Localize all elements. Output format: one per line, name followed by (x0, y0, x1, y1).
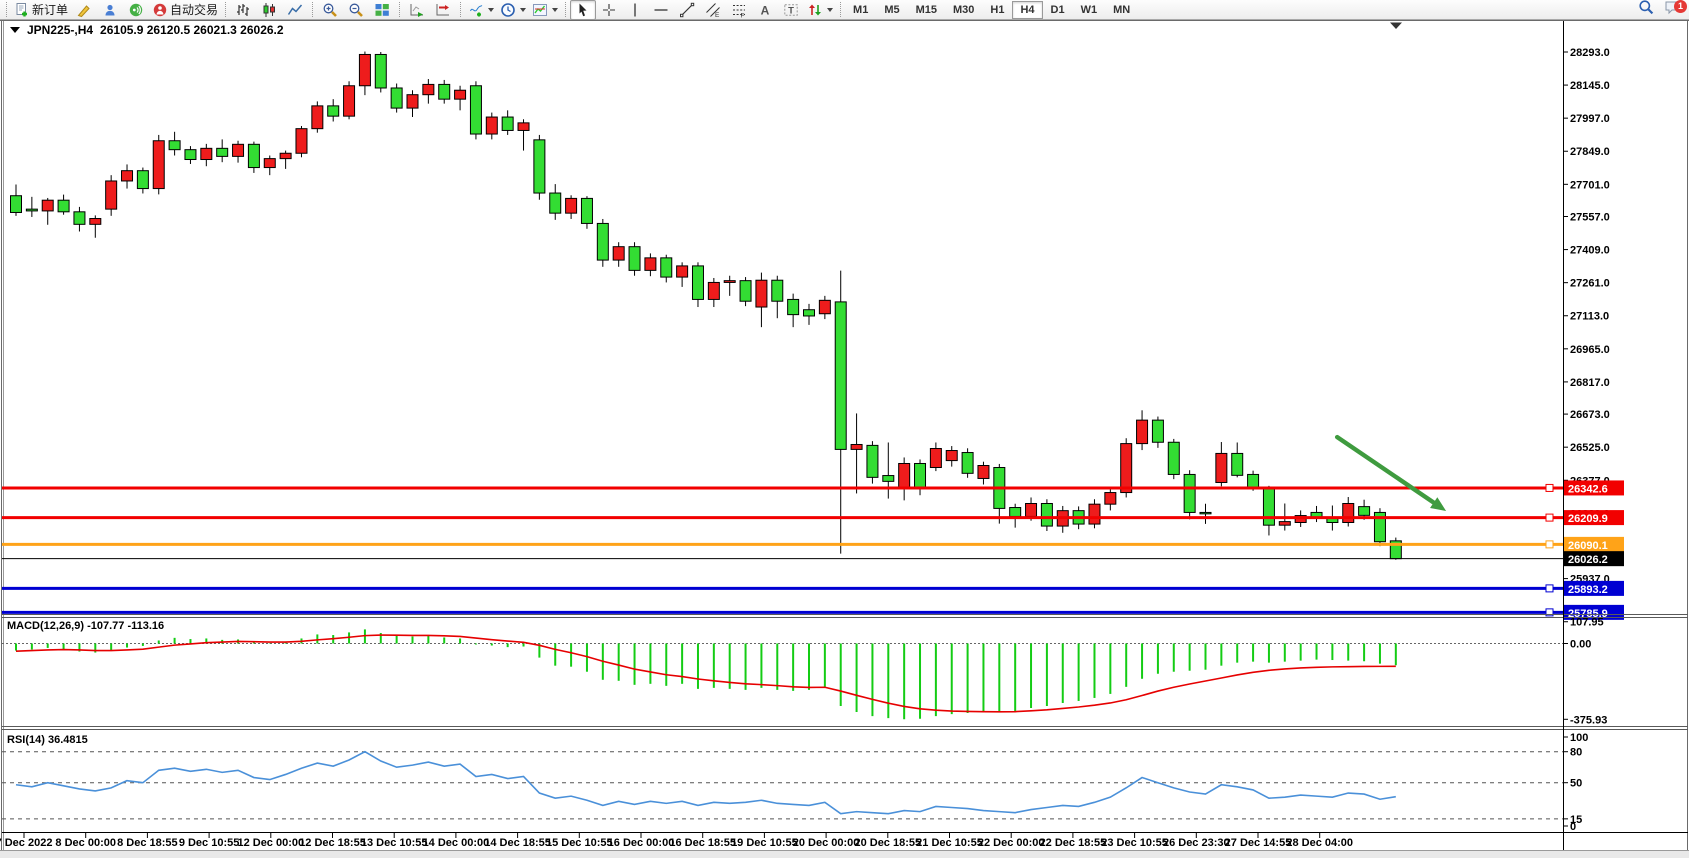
zoom-in-icon (322, 2, 338, 18)
vline-icon (627, 2, 643, 18)
new-order-icon (14, 2, 30, 18)
fibonacci-icon: F (731, 2, 747, 18)
toolbar-separator (460, 2, 461, 17)
chart-title-bar: JPN225-,H4 26105.9 26120.5 26021.3 26026… (10, 23, 284, 37)
trendline-icon (679, 2, 695, 18)
bar-chart-mode-button[interactable] (230, 0, 256, 20)
text-button[interactable]: A (752, 0, 778, 20)
fibonacci-button[interactable]: F (726, 0, 752, 20)
timeframe-h4-button[interactable]: H4 (1012, 1, 1042, 19)
auto-scroll-button[interactable] (404, 0, 430, 20)
cursor-icon (575, 2, 591, 18)
trendline-button[interactable] (674, 0, 700, 20)
toolbar: 新订单 自动交易 E F A T M1M5M15M30H1H4D1W1MN 1 (0, 0, 1689, 20)
notifications-button[interactable]: 1 (1659, 0, 1685, 20)
timeframe-w1-button[interactable]: W1 (1073, 1, 1106, 19)
hline-icon (653, 2, 669, 18)
periods-button[interactable] (497, 0, 529, 20)
chart-shift-button[interactable] (430, 0, 456, 20)
chevron-down-icon[interactable] (552, 8, 558, 12)
notification-badge: 1 (1674, 0, 1687, 13)
chevron-down-icon[interactable] (827, 8, 833, 12)
timeframe-h1-button[interactable]: H1 (982, 1, 1012, 19)
search-icon (1638, 0, 1654, 20)
chart-window[interactable]: 28293.028145.027997.027849.027701.027557… (0, 0, 1689, 858)
price-axis[interactable] (1564, 21, 1688, 832)
search-button[interactable] (1633, 0, 1659, 20)
rsi-label: RSI(14) 36.4815 (7, 734, 88, 746)
macd-label: MACD(12,26,9) -107.77 -113.16 (7, 620, 164, 632)
zoom-in-button[interactable] (317, 0, 343, 20)
shapes-icon (807, 2, 823, 18)
svg-text:F: F (741, 12, 745, 18)
auto-trading-icon (152, 2, 168, 18)
zoom-out-button[interactable] (343, 0, 369, 20)
toolbar-separator (225, 2, 226, 17)
candlestick-icon (261, 2, 277, 18)
equidistant-channel-button[interactable]: E (700, 0, 726, 20)
auto-trading-button[interactable]: 自动交易 (149, 0, 221, 20)
chart-title: JPN225-,H4 (27, 23, 93, 37)
chart-menu-arrow-icon[interactable] (10, 27, 20, 33)
tile-windows-button[interactable] (369, 0, 395, 20)
toolbar-separator (312, 2, 313, 17)
timeframe-m30-button[interactable]: M30 (945, 1, 982, 19)
periods-icon (500, 2, 516, 18)
indicators-button[interactable] (465, 0, 497, 20)
timeframe-mn-button[interactable]: MN (1105, 1, 1138, 19)
chevron-down-icon[interactable] (488, 8, 494, 12)
news-button[interactable] (123, 0, 149, 20)
auto-scroll-icon (409, 2, 425, 18)
templates-button[interactable] (529, 0, 561, 20)
timeframe-m1-button[interactable]: M1 (845, 1, 876, 19)
timeframe-d1-button[interactable]: D1 (1043, 1, 1073, 19)
market-watch-button[interactable] (97, 0, 123, 20)
cursor-button[interactable] (570, 0, 596, 20)
chart-main-pane[interactable] (4, 38, 1563, 614)
templates-icon (532, 2, 548, 18)
label-icon: T (783, 2, 799, 18)
vertical-line-button[interactable] (622, 0, 648, 20)
news-icon (128, 2, 144, 18)
arrows-button[interactable] (804, 0, 836, 20)
market-watch-icon (102, 2, 118, 18)
new-order-label: 新订单 (32, 1, 68, 18)
chevron-down-icon[interactable] (520, 8, 526, 12)
time-axis[interactable] (4, 833, 1563, 850)
toolbar-separator (399, 2, 400, 17)
timeframe-m15-button[interactable]: M15 (908, 1, 945, 19)
toolbar-separator (565, 2, 566, 17)
zoom-out-icon (348, 2, 364, 18)
line-chart-icon (287, 2, 303, 18)
line-chart-mode-button[interactable] (282, 0, 308, 20)
toolbar-separator (6, 2, 7, 17)
rsi-pane[interactable] (4, 730, 1563, 832)
svg-text:A: A (761, 3, 770, 17)
horizontal-line-button[interactable] (648, 0, 674, 20)
channel-icon: E (705, 2, 721, 18)
macd-pane[interactable] (4, 618, 1563, 726)
toolbar-groups: 新订单 自动交易 E F A T (2, 0, 836, 20)
timeframe-bar: M1M5M15M30H1H4D1W1MN (845, 1, 1138, 19)
chart-shift-icon (435, 2, 451, 18)
crosshair-button[interactable] (596, 0, 622, 20)
new-order-button[interactable]: 新订单 (11, 0, 71, 20)
timeframe-m5-button[interactable]: M5 (876, 1, 907, 19)
auto-trading-label: 自动交易 (170, 1, 218, 18)
svg-text:T: T (788, 5, 794, 16)
toolbar-right: 1 (1633, 0, 1685, 20)
bottom-strip (0, 851, 1689, 858)
chart-ohlc-readout: 26105.9 26120.5 26021.3 26026.2 (100, 23, 284, 37)
crosshair-icon (601, 2, 617, 18)
tile-windows-icon (374, 2, 390, 18)
indicators-icon (468, 2, 484, 18)
text-icon: A (757, 2, 773, 18)
svg-text:E: E (715, 12, 720, 18)
bar-chart-icon (235, 2, 251, 18)
metaeditor-button[interactable] (71, 0, 97, 20)
candlestick-mode-button[interactable] (256, 0, 282, 20)
toolbar-separator (840, 2, 841, 17)
text-label-button[interactable]: T (778, 0, 804, 20)
metaeditor-icon (76, 2, 92, 18)
